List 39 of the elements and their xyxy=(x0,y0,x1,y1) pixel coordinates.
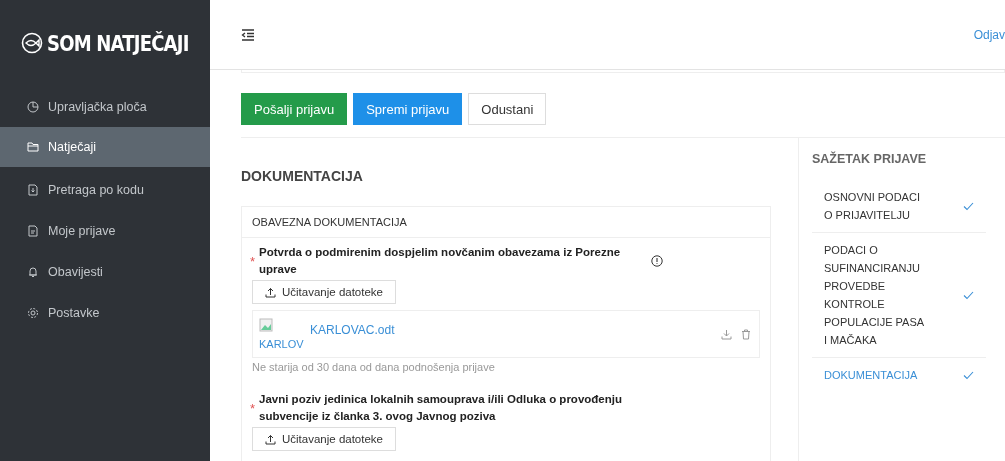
menu-collapse-icon[interactable] xyxy=(241,28,255,41)
image-alt-text: KARLOV xyxy=(259,338,304,350)
gear-icon xyxy=(27,306,39,319)
hint-text: Ne starija od 30 dana od dana podnošenja prijave xyxy=(252,361,496,373)
bell-icon xyxy=(27,265,39,278)
sidebar-item[interactable]: Upravljačka ploča xyxy=(0,86,210,127)
required-asterisk: * xyxy=(250,253,257,269)
file-link[interactable]: KARLOVAC.odt xyxy=(310,323,712,337)
fish-logo-icon xyxy=(20,32,43,54)
cancel-button[interactable]: Odustani xyxy=(468,93,547,125)
summary-item[interactable]: PODACI O SUFINANCIRANJU PROVEDBE KONTROLE POPULACIJE PASA I MAČAKA xyxy=(812,233,986,358)
app-logo-text: SOM NATJEČAJI xyxy=(46,30,189,56)
info-icon[interactable] xyxy=(651,255,663,267)
section-title: DOKUMENTACIJA xyxy=(241,168,364,184)
document-icon xyxy=(27,183,39,196)
panel-title: OBAVEZNA DOKUMENTACIJA xyxy=(242,207,770,238)
upload-icon xyxy=(265,433,276,445)
required-asterisk: * xyxy=(250,400,257,416)
logout-link[interactable]: Odjav xyxy=(973,27,1005,42)
summary-title: SAŽETAK PRIJAVE xyxy=(812,152,928,166)
document-icon xyxy=(27,224,39,237)
sidebar-item[interactable]: Natječaji xyxy=(0,127,210,167)
summary-item[interactable]: DOKUMENTACIJA xyxy=(812,358,986,392)
upload-button[interactable]: Učitavanje datoteke xyxy=(252,427,396,451)
broken-image-icon xyxy=(259,318,273,332)
pie-chart-icon xyxy=(27,100,39,113)
download-icon[interactable] xyxy=(721,328,732,340)
submit-button[interactable]: Pošalji prijavu xyxy=(241,93,348,125)
summary-item[interactable]: OSNOVNI PODACI O PRIJAVITELJU xyxy=(812,180,986,233)
sidebar-item[interactable]: Pretraga po kodu xyxy=(0,169,210,210)
folder-icon xyxy=(27,141,39,153)
sidebar-item[interactable]: Moje prijave xyxy=(0,210,210,251)
document-label: Javni poziv jedinica lokalnih samouprava i/ili Odluka o provođenju subvencije iz članka 3. ovog Javnog poziva xyxy=(259,392,623,424)
sidebar-item[interactable]: Postavke xyxy=(0,292,210,333)
trash-icon[interactable] xyxy=(741,328,751,340)
sidebar-item[interactable]: Obavijesti xyxy=(0,251,210,292)
upload-icon xyxy=(265,286,276,298)
document-label: Potvrda o podmirenim dospjelim novčanim obavezama iz Porezne uprave xyxy=(259,245,622,277)
upload-button[interactable]: Učitavanje datoteke xyxy=(252,280,396,304)
